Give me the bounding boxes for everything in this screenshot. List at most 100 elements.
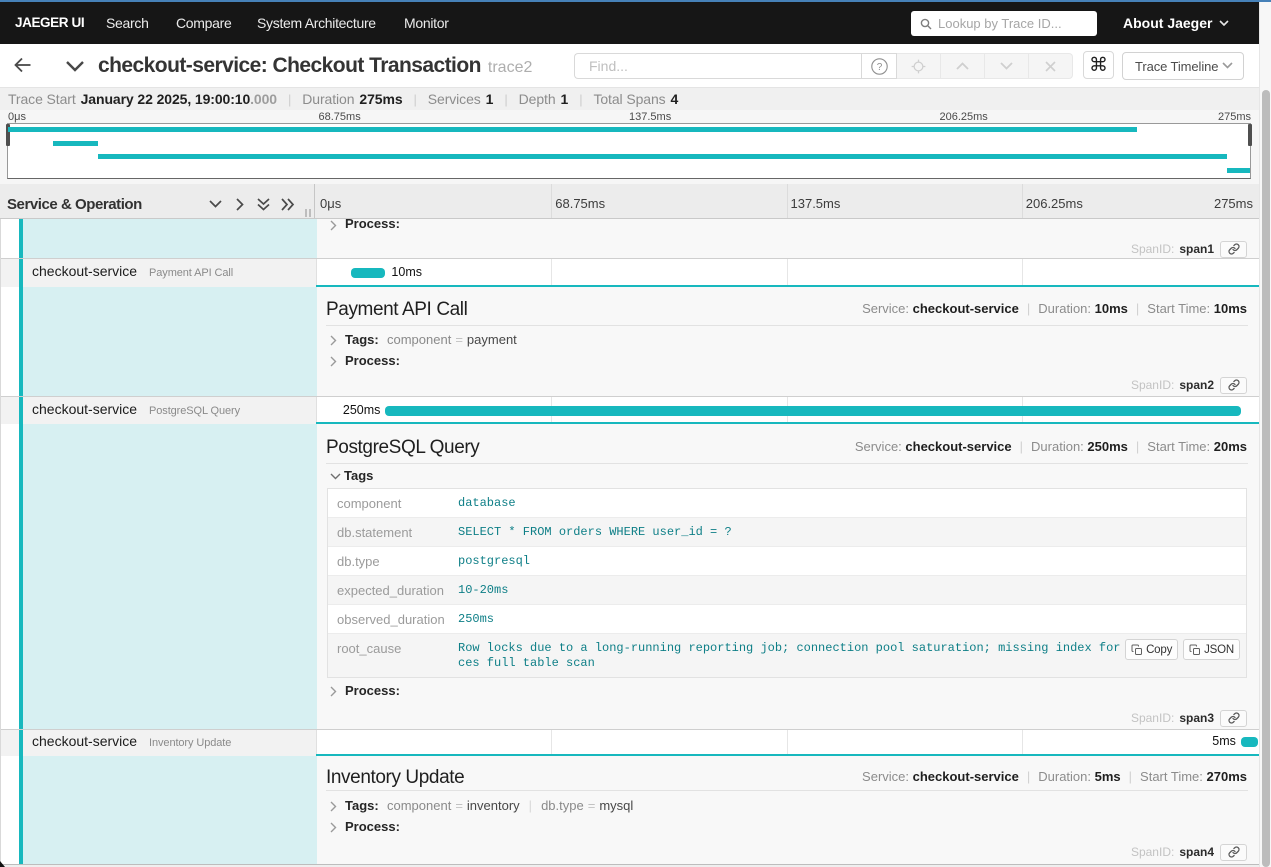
find-prev-button[interactable]: [941, 53, 985, 79]
span-service-name: checkout-service Inventory Update: [32, 733, 232, 749]
vertical-scrollbar-thumb[interactable]: [1262, 90, 1270, 867]
deep-link-button[interactable]: [1220, 240, 1247, 258]
process-toggle[interactable]: Process:: [345, 683, 400, 698]
span-name-cell[interactable]: checkout-service Payment API Call: [1, 259, 316, 285]
span-operation-name: Payment API Call: [149, 267, 234, 279]
vertical-scrollbar[interactable]: [1259, 2, 1271, 867]
span-duration-bar[interactable]: [1240, 737, 1258, 747]
summary-value: 4: [670, 91, 679, 107]
trace-title-text: checkout-service: Checkout Transaction: [98, 54, 481, 77]
trace-title: checkout-service: Checkout Transaction tr…: [98, 54, 532, 78]
tag-row-value: SELECT * FROM orders WHERE user_id = ?: [458, 525, 732, 539]
tag-key: component: [387, 798, 452, 813]
span-id-label: SpanID:: [1130, 378, 1175, 392]
collapse-one-button[interactable]: [208, 197, 223, 211]
header-tick-line: [1021, 184, 1023, 218]
tag-row: component database: [328, 489, 1246, 517]
nav-item-search[interactable]: Search: [106, 2, 149, 44]
nav-item-compare[interactable]: Compare: [176, 2, 232, 44]
span-operation-name: PostgreSQL Query: [149, 404, 240, 417]
back-button[interactable]: [14, 57, 34, 75]
keyboard-shortcuts-button[interactable]: ⌘: [1083, 51, 1114, 79]
find-next-button[interactable]: [985, 53, 1029, 79]
meta-value: 5ms: [1094, 769, 1121, 784]
span-name-cell[interactable]: checkout-service PostgreSQL Query: [1, 397, 316, 422]
command-icon: ⌘: [1089, 54, 1108, 76]
timeline-tick-label: 137.5ms: [790, 196, 841, 211]
chevron-right-icon: [330, 335, 337, 346]
tag-row-key: expected_duration: [337, 583, 444, 598]
column-divider[interactable]: [314, 184, 315, 218]
process-toggle[interactable]: Process:: [345, 353, 400, 368]
meta-label: Duration:: [1038, 301, 1095, 316]
find-match-highlight-button[interactable]: [897, 53, 941, 79]
link-icon: [1227, 846, 1240, 858]
find-nav-buttons: [897, 53, 1073, 79]
chevron-down-icon: [1000, 62, 1013, 70]
span-detail-meta: Service: checkout-service | Duration: 250m…: [855, 439, 1247, 454]
collapse-all-button[interactable]: [256, 197, 271, 211]
span-detail-row: Payment API Call Service: checkout-servic…: [1, 287, 1259, 396]
span-bar-row[interactable]: checkout-service Payment API Call 10ms: [1, 259, 1259, 285]
copy-icon: [1131, 644, 1143, 655]
span-id-row: SpanID: span4: [1131, 843, 1247, 861]
about-jaeger-menu[interactable]: About Jaeger: [1123, 2, 1230, 44]
nav-item-system-architecture[interactable]: System Architecture: [257, 2, 376, 44]
find-input[interactable]: [575, 54, 861, 78]
summary-value: 275ms: [359, 91, 403, 107]
minimap-span-bar: [8, 127, 1138, 132]
detail-left-column: [1, 756, 317, 864]
find-box[interactable]: [574, 53, 861, 79]
span-duration-bar[interactable]: [385, 406, 1241, 416]
tag-row-actions: Copy JSON: [1120, 639, 1240, 660]
deep-link-button[interactable]: [1220, 843, 1247, 861]
tag-key: db.type: [541, 798, 584, 813]
span-bar-row[interactable]: checkout-service PostgreSQL Query 250ms: [1, 397, 1259, 422]
span-bar-row[interactable]: checkout-service Inventory Update 5ms: [1, 730, 1259, 754]
meta-value: 270ms: [1206, 769, 1247, 784]
find-clear-button[interactable]: [1029, 53, 1073, 79]
summary-separator: |: [504, 91, 508, 107]
trace-id-search-input[interactable]: [938, 16, 1088, 31]
trace-collapse-toggle[interactable]: [65, 60, 85, 72]
heading-divider: [326, 463, 1248, 464]
copy-button[interactable]: Copy: [1125, 639, 1179, 660]
app-logo[interactable]: JAEGER UI: [15, 2, 85, 44]
trace-view-selector[interactable]: Trace Timeline: [1122, 52, 1244, 80]
trace-id-search[interactable]: [911, 11, 1097, 36]
find-help-button[interactable]: ?: [861, 53, 897, 79]
svg-text:?: ?: [876, 62, 882, 73]
process-toggle[interactable]: Process:: [345, 219, 400, 231]
nav-item-monitor[interactable]: Monitor: [404, 2, 449, 44]
chevron-down-icon: [1219, 20, 1230, 26]
tag-row-value: database: [458, 496, 516, 510]
tags-toggle[interactable]: Tags:: [345, 798, 379, 813]
span-timeline-cell[interactable]: 250ms: [316, 397, 1259, 422]
json-button[interactable]: JSON: [1183, 639, 1240, 660]
span-detail-panel: Inventory Update Service: checkout-servic…: [317, 756, 1259, 864]
summary-separator: |: [413, 91, 417, 107]
deep-link-button[interactable]: [1220, 376, 1247, 394]
span-duration-bar[interactable]: [351, 268, 386, 278]
meta-label: Duration:: [1031, 439, 1088, 454]
expand-all-button[interactable]: [280, 197, 295, 211]
tag-row-key: db.type: [337, 554, 380, 569]
minimap-canvas[interactable]: [6, 123, 1252, 179]
span-timeline-cell[interactable]: 5ms: [316, 730, 1259, 754]
meta-value: 10ms: [1213, 301, 1247, 316]
summary-label: Duration: [302, 91, 355, 107]
minimap-right-scrubber[interactable]: [1248, 124, 1252, 146]
span-detail-meta: Service: checkout-service | Duration: 5ms |…: [862, 769, 1247, 784]
tags-toggle[interactable]: Tags:: [345, 332, 379, 347]
summary-label: Total Spans: [593, 91, 666, 107]
tag-equals: =: [587, 798, 596, 813]
span-timeline-cell[interactable]: 10ms: [316, 259, 1259, 285]
tags-toggle[interactable]: Tags: [344, 468, 373, 483]
expand-one-button[interactable]: [232, 197, 247, 211]
span-id-label: SpanID:: [1130, 711, 1175, 725]
span-duration-label: 250ms: [342, 403, 381, 417]
process-toggle[interactable]: Process:: [345, 819, 400, 834]
deep-link-button[interactable]: [1220, 709, 1247, 727]
column-resizer-grip[interactable]: [305, 209, 311, 217]
span-name-cell[interactable]: checkout-service Inventory Update: [1, 730, 316, 754]
